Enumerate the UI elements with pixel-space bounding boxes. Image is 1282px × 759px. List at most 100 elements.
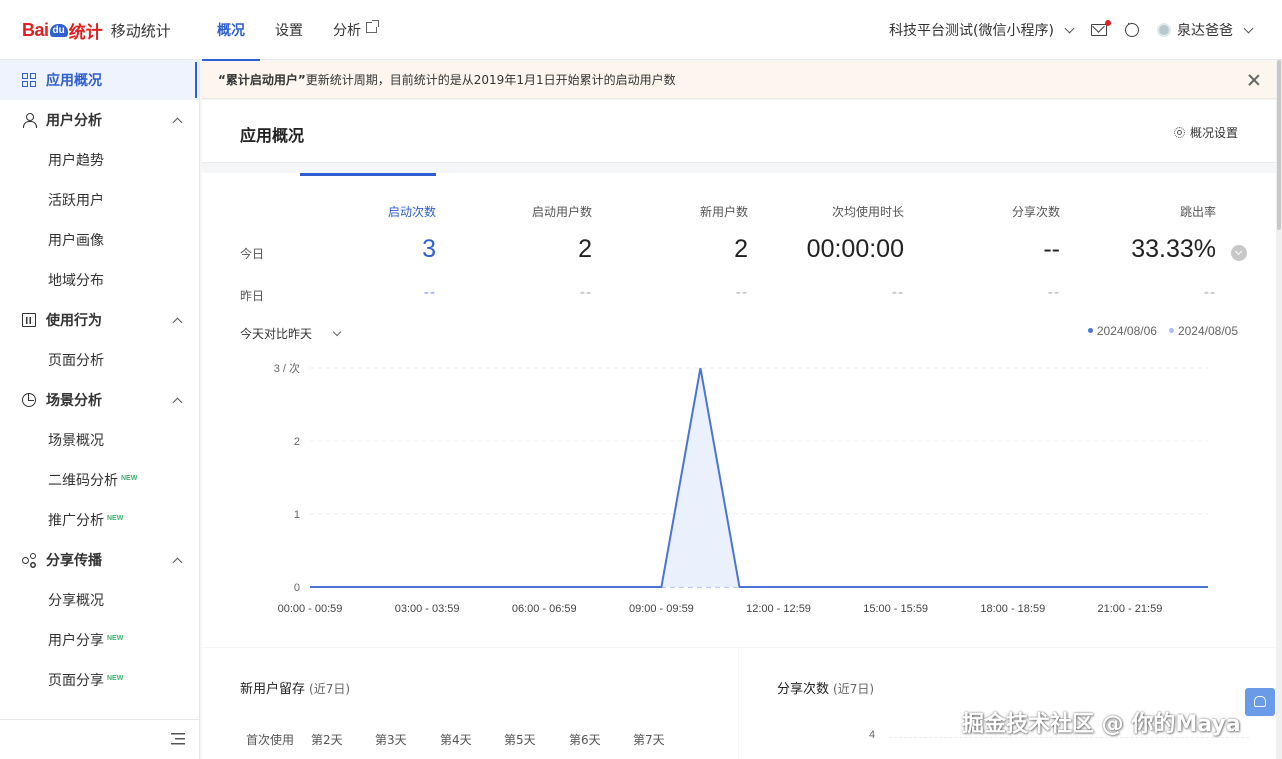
logo-tongji: 统计	[68, 22, 103, 43]
close-icon[interactable]	[1248, 74, 1260, 86]
share-count-title: 分享次数 (近7日)	[777, 678, 874, 697]
legend-item-today[interactable]: 2024/08/06	[1087, 324, 1157, 338]
settings-label: 概况设置	[1189, 126, 1238, 140]
sidebar-item-active-users[interactable]: 活跃用户	[0, 180, 199, 220]
notice-text: 更新统计周期，目前统计的是从2019年1月1日开始累计的启动用户数	[305, 73, 676, 87]
sidebar-group-scene-analysis[interactable]: 场景分析	[0, 380, 199, 420]
legend-item-yesterday[interactable]: 2024/08/05	[1168, 324, 1238, 338]
share-count-card: 分享次数 (近7日) 4	[739, 648, 1278, 759]
metric-today-avg-duration: 00:00:00	[806, 235, 904, 263]
retention-col-header: 第5天	[504, 733, 536, 747]
metric-header-bounce-rate[interactable]: 跳出率	[1076, 203, 1216, 220]
card-title-text: 新用户留存	[240, 682, 306, 697]
chevron-up-icon	[172, 317, 183, 328]
page-scrollbar[interactable]	[1276, 60, 1282, 759]
watermark: 掘金技术社区 @ 你的Maya	[962, 712, 1241, 737]
chart-x-tick-label: 12:00 - 12:59	[746, 603, 811, 615]
logo-subtitle: 移动统计	[110, 21, 171, 40]
metric-header-shares[interactable]: 分享次数	[920, 203, 1060, 220]
tab-label: 概况	[217, 23, 245, 39]
metric-header-launch-users[interactable]: 启动用户数	[452, 203, 592, 220]
avatar	[1157, 23, 1171, 37]
card-title-text: 分享次数	[777, 682, 830, 697]
retention-col-header: 第2天	[311, 733, 343, 747]
metric-today-launch-users: 2	[578, 235, 592, 263]
user-menu[interactable]: 泉达爸爸	[1157, 20, 1254, 40]
metric-header-new-users[interactable]: 新用户数	[608, 203, 748, 220]
sidebar-item-user-profile[interactable]: 用户画像	[0, 220, 199, 260]
tab-settings[interactable]: 设置	[260, 0, 318, 60]
sidebar-item-region[interactable]: 地域分布	[0, 260, 199, 300]
tab-overview[interactable]: 概况	[202, 0, 260, 61]
compare-select-label: 今天对比昨天	[240, 327, 313, 341]
tab-analysis[interactable]: 分析	[318, 0, 392, 60]
metric-yesterday-avg-duration: --	[891, 285, 904, 301]
sidebar-item-label: 应用概况	[46, 73, 102, 89]
app-selector[interactable]: 科技平台测试(微信小程序)	[889, 20, 1075, 40]
page-title: 应用概况	[240, 126, 305, 145]
retention-col-header: 首次使用	[246, 733, 295, 747]
metric-header-avg-duration[interactable]: 次均使用时长	[764, 203, 904, 220]
sidebar-group-share[interactable]: 分享传播	[0, 540, 199, 580]
metric-yesterday-launch-users: --	[579, 285, 592, 301]
user-name: 泉达爸爸	[1177, 23, 1233, 39]
chevron-up-icon	[172, 557, 183, 568]
metric-header-launches[interactable]: 启动次数	[296, 203, 436, 220]
new-badge: NEW	[107, 674, 124, 682]
metric-yesterday-bounce-rate: --	[1203, 285, 1216, 301]
collapse-menu-icon[interactable]	[171, 733, 185, 745]
notice-banner: “累计启动用户” 更新统计周期，目前统计的是从2019年1月1日开始累计的启动用…	[202, 61, 1278, 99]
retention-col-header: 第6天	[569, 733, 601, 747]
new-badge: NEW	[121, 474, 138, 482]
sidebar-item-page-analysis[interactable]: 页面分析	[0, 340, 199, 380]
row-label-today: 今日	[240, 247, 265, 261]
metric-today-launches: 3	[422, 235, 436, 263]
retention-card: 新用户留存 (近7日) 首次使用 第2天 第3天 第4天 第5天 第6天 第7天	[202, 648, 738, 759]
sidebar-item-user-share[interactable]: 用户分享 NEW	[0, 620, 199, 660]
legend-dot-icon	[1087, 328, 1093, 333]
external-link-icon	[366, 19, 379, 33]
sidebar-item-qrcode-analysis[interactable]: 二维码分析 NEW	[0, 460, 199, 500]
info-toggle-icon[interactable]	[1231, 245, 1247, 261]
sidebar-item-label: 页面分享	[48, 673, 104, 689]
feedback-icon[interactable]	[1125, 19, 1139, 37]
retention-col-header: 第7天	[633, 733, 665, 747]
sidebar-item-label: 用户分享	[48, 633, 104, 649]
sidebar-item-promotion-analysis[interactable]: 推广分析 NEW	[0, 500, 199, 540]
chart-x-tick-label: 21:00 - 21:59	[1097, 603, 1162, 615]
scrollbar-thumb[interactable]	[1277, 60, 1281, 230]
sidebar-item-user-trend[interactable]: 用户趋势	[0, 140, 199, 180]
pie-chart-icon	[22, 393, 36, 407]
chart-x-tick-label: 09:00 - 09:59	[629, 603, 694, 615]
sidebar-item-label: 分享传播	[46, 553, 102, 569]
chart-y-tick-label: 1	[294, 509, 300, 521]
chevron-down-icon	[1243, 23, 1254, 33]
top-nav: 概况 设置 分析	[202, 0, 392, 61]
sidebar-group-usage-behavior[interactable]: 使用行为	[0, 300, 199, 340]
baidu-tongji-logo[interactable]: Bai du 统计 移动统计	[22, 16, 171, 44]
retention-title: 新用户留存 (近7日)	[240, 678, 350, 697]
sidebar-item-page-share[interactable]: 页面分享 NEW	[0, 660, 199, 700]
sidebar: 应用概况 用户分析 用户趋势 活跃用户 用户画像 地域分布 使用行为 页面分析 …	[0, 60, 200, 759]
page-header: 应用概况 概况设置	[202, 100, 1278, 163]
overview-settings-button[interactable]: 概况设置	[1173, 124, 1238, 141]
gear-icon	[1173, 127, 1185, 138]
card-title-hint: (近7日)	[309, 682, 351, 696]
compare-period-select[interactable]: 今天对比昨天	[240, 325, 342, 342]
sidebar-group-user-analysis[interactable]: 用户分析	[0, 100, 199, 140]
mail-icon[interactable]	[1091, 20, 1111, 36]
user-icon	[22, 113, 37, 128]
top-header: Bai du 统计 移动统计 概况 设置 分析 科技平台测试(微信小程序) 泉达…	[0, 0, 1282, 61]
sidebar-item-label: 页面分析	[48, 353, 104, 369]
chevron-up-icon	[172, 117, 183, 128]
sidebar-item-share-overview[interactable]: 分享概况	[0, 580, 199, 620]
chevron-up-icon	[172, 397, 183, 408]
sidebar-item-label: 地域分布	[48, 273, 104, 289]
chart-series-area-today	[310, 368, 1208, 587]
sidebar-item-scene-overview[interactable]: 场景概况	[0, 420, 199, 460]
sidebar-item-app-overview[interactable]: 应用概况	[0, 60, 199, 100]
tab-label: 设置	[275, 23, 303, 39]
sidebar-item-label: 活跃用户	[48, 193, 104, 209]
chart-x-tick-label: 00:00 - 00:59	[278, 603, 343, 615]
customer-service-button[interactable]	[1245, 688, 1275, 716]
